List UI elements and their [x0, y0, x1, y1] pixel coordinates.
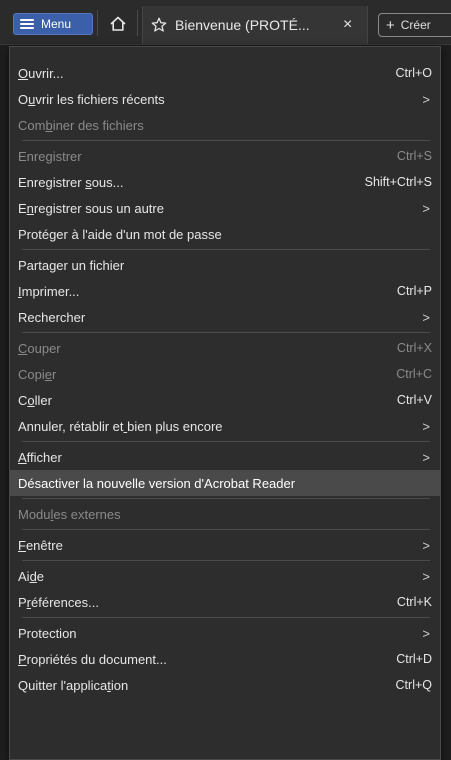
menu-item[interactable]: Propriétés du document... Ctrl+D [10, 646, 440, 672]
menu-item-shortcut: Ctrl+V [396, 393, 432, 407]
menu-divider [22, 498, 430, 499]
menu-item-label: Partager un fichier [18, 257, 125, 273]
create-button-label: Créer [400, 18, 431, 32]
menu-item-label: Quitter l'application [18, 677, 129, 693]
star-icon[interactable] [151, 17, 167, 33]
menu-item[interactable]: Protéger à l'aide d'un mot de passe [10, 221, 440, 247]
menu-item[interactable]: Désactiver la nouvelle version d'Acrobat… [10, 470, 440, 496]
menu-item-label: Enregistrer sous... [18, 174, 124, 190]
menu-items: Ouvrir... Ctrl+O Ouvrir les fichiers récen… [10, 60, 440, 698]
menu-item[interactable]: Imprimer... Ctrl+P [10, 278, 440, 304]
menu-item-label: Couper [18, 340, 61, 356]
chevron-right-icon: > [422, 625, 430, 641]
menu-item-shortcut: Ctrl+S [396, 149, 432, 163]
chevron-right-icon: > [422, 449, 430, 465]
menu-item[interactable]: Rechercher > [10, 304, 440, 330]
menu-button[interactable]: Menu [13, 13, 93, 35]
home-button[interactable] [104, 12, 132, 36]
menu-item-label: Enregistrer [18, 148, 82, 164]
menu-item-shortcut: Ctrl+K [396, 595, 432, 609]
menu-item-label: Ouvrir... [18, 65, 64, 81]
menu-item-label: Propriétés du document... [18, 651, 167, 667]
menu-item[interactable]: Aide > [10, 563, 440, 589]
menu-item-shortcut: Shift+Ctrl+S [364, 175, 432, 189]
main-menu-dropdown: Ouvrir... Ctrl+O Ouvrir les fichiers récen… [9, 46, 441, 760]
menu-item[interactable]: Afficher > [10, 444, 440, 470]
menu-item[interactable]: Partager un fichier [10, 252, 440, 278]
menu-item: Modules externes [10, 501, 440, 527]
menu-divider [22, 529, 430, 530]
menu-item-label: Imprimer... [18, 283, 80, 299]
chevron-right-icon: > [422, 568, 430, 584]
chevron-right-icon: > [422, 91, 430, 107]
menu-divider [22, 249, 430, 250]
create-button[interactable]: + Créer [378, 13, 451, 37]
menu-item-label: Modules externes [18, 506, 121, 522]
menu-item[interactable]: Ouvrir... Ctrl+O [10, 60, 440, 86]
menu-item-label: Désactiver la nouvelle version d'Acrobat… [18, 475, 296, 491]
menu-item-shortcut: Ctrl+X [396, 341, 432, 355]
menu-item[interactable]: Quitter l'application Ctrl+Q [10, 672, 440, 698]
menu-item[interactable]: Enregistrer sous... Shift+Ctrl+S [10, 169, 440, 195]
menu-item-label: Fenêtre [18, 537, 63, 553]
toolbar-divider [97, 10, 98, 36]
menu-item[interactable]: Coller Ctrl+V [10, 387, 440, 413]
menu-item[interactable]: Enregistrer sous un autre > [10, 195, 440, 221]
chevron-right-icon: > [422, 309, 430, 325]
menu-item: Enregistrer Ctrl+S [10, 143, 440, 169]
menu-divider [22, 560, 430, 561]
toolbar-divider [137, 10, 138, 36]
menu-item: Copier Ctrl+C [10, 361, 440, 387]
menu-divider [22, 441, 430, 442]
menu-item-label: Préférences... [18, 594, 99, 610]
menu-item-shortcut: Ctrl+C [396, 367, 432, 381]
menu-item: Combiner des fichiers [10, 112, 440, 138]
menu-item-label: Protection [18, 625, 77, 641]
hamburger-icon [20, 19, 34, 29]
menu-item-shortcut: Ctrl+Q [395, 678, 432, 692]
menu-item-label: Annuler, rétablir et bien plus encore [18, 418, 223, 434]
menu-item-shortcut: Ctrl+D [396, 652, 432, 666]
chevron-right-icon: > [422, 537, 430, 553]
menu-divider [22, 617, 430, 618]
menu-item-label: Rechercher [18, 309, 86, 325]
chevron-right-icon: > [422, 418, 430, 434]
menu-item[interactable]: Fenêtre > [10, 532, 440, 558]
menu-item[interactable]: Préférences... Ctrl+K [10, 589, 440, 615]
tab-bienvenue[interactable]: Bienvenue (PROTÉ... × [142, 6, 368, 44]
menu-button-label: Menu [41, 17, 72, 31]
menu-item-label: Protéger à l'aide d'un mot de passe [18, 226, 222, 242]
menu-item[interactable]: Ouvrir les fichiers récents > [10, 86, 440, 112]
menu-divider [22, 332, 430, 333]
menu-item-label: Coller [18, 392, 52, 408]
close-tab-icon[interactable]: × [343, 16, 352, 34]
menu-item-shortcut: Ctrl+O [395, 66, 432, 80]
tab-title: Bienvenue (PROTÉ... [175, 17, 310, 33]
menu-item: Couper Ctrl+X [10, 335, 440, 361]
menu-divider [22, 140, 430, 141]
menu-item-label: Combiner des fichiers [18, 117, 144, 133]
menu-item-label: Aide [18, 568, 45, 584]
menu-item-label: Copier [18, 366, 57, 382]
chevron-right-icon: > [422, 200, 430, 216]
menu-item[interactable]: Protection > [10, 620, 440, 646]
menu-item-label: Ouvrir les fichiers récents [18, 91, 165, 107]
top-toolbar: Menu Bienvenue (PROTÉ... × + Créer [0, 0, 451, 45]
menu-item-shortcut: Ctrl+P [396, 284, 432, 298]
home-icon [110, 16, 126, 31]
menu-item-label: Enregistrer sous un autre [18, 200, 164, 216]
menu-item[interactable]: Annuler, rétablir et bien plus encore > [10, 413, 440, 439]
menu-item-label: Afficher [18, 449, 62, 465]
plus-icon: + [386, 16, 395, 34]
